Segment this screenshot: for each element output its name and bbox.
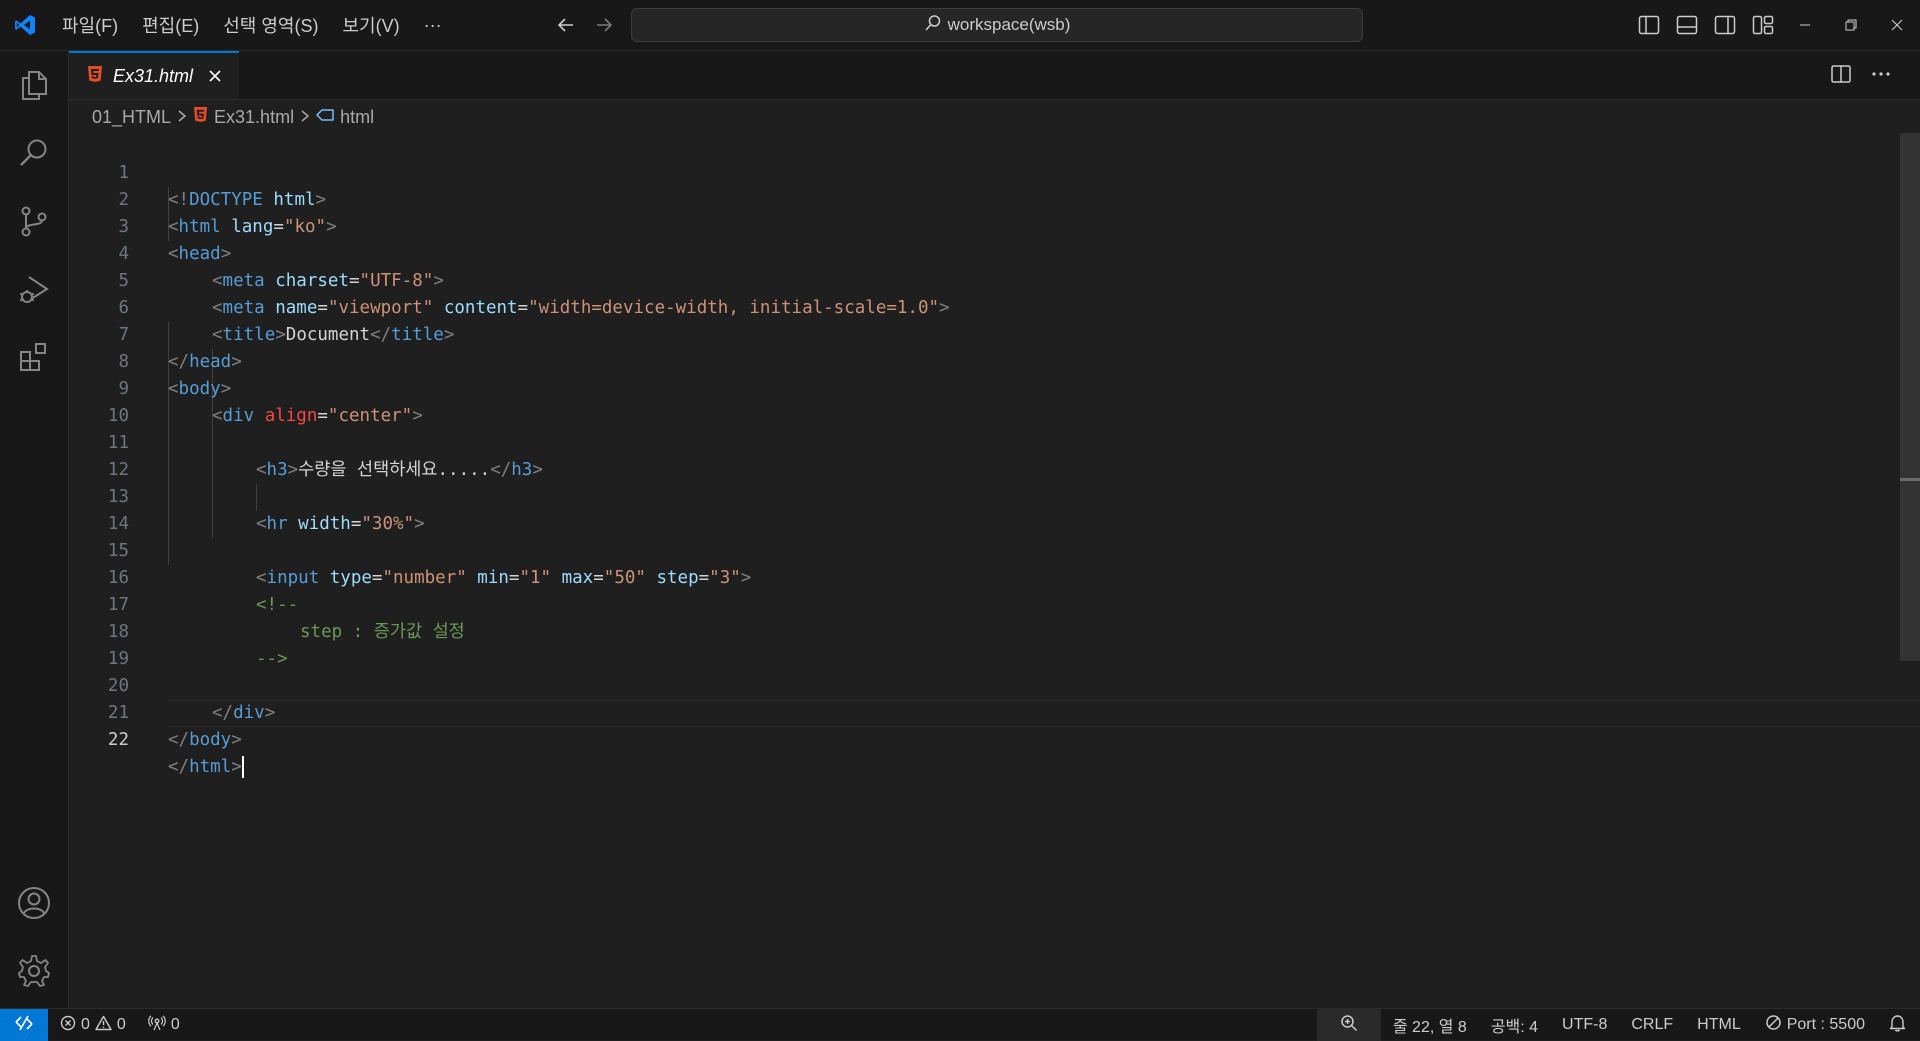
title-bar: 파일(F) 편집(E) 선택 영역(S) 보기(V) ··· workspace… bbox=[0, 0, 1920, 51]
code-line: 3 <head> bbox=[69, 187, 1889, 264]
bell-icon bbox=[1889, 1014, 1906, 1037]
live-server-label: Port : 5500 bbox=[1786, 1016, 1865, 1033]
zoom-indicator[interactable] bbox=[1316, 1009, 1381, 1041]
ports-indicator[interactable]: 0 bbox=[147, 1014, 180, 1036]
notifications[interactable] bbox=[1877, 1009, 1920, 1041]
code-line: 14 bbox=[69, 484, 1889, 534]
more-actions-icon[interactable] bbox=[1870, 63, 1892, 90]
code-line: 1 <!DOCTYPE html> bbox=[69, 133, 1889, 210]
code-line: 19 bbox=[69, 619, 1889, 669]
breadcrumb: 01_HTML Ex31.html html bbox=[92, 104, 374, 130]
language-mode[interactable]: HTML bbox=[1685, 1009, 1753, 1041]
tab-ex31-html[interactable]: Ex31.html bbox=[69, 51, 239, 99]
zoom-in-icon bbox=[1340, 1014, 1358, 1037]
breadcrumb-folder[interactable]: 01_HTML bbox=[92, 107, 171, 128]
chevron-right-icon bbox=[177, 107, 187, 128]
search-sidebar-icon[interactable] bbox=[0, 119, 68, 187]
menu-bar: 파일(F) 편집(E) 선택 영역(S) 보기(V) ··· bbox=[50, 0, 454, 50]
menu-file[interactable]: 파일(F) bbox=[50, 0, 130, 50]
menu-more[interactable]: ··· bbox=[412, 0, 454, 50]
accounts-icon[interactable] bbox=[0, 869, 68, 937]
problems-indicator[interactable]: 0 0 bbox=[60, 1015, 126, 1036]
end-of-line[interactable]: CRLF bbox=[1619, 1009, 1685, 1041]
menu-selection[interactable]: 선택 영역(S) bbox=[211, 0, 330, 50]
remote-indicator[interactable] bbox=[0, 1009, 48, 1041]
status-bar: 0 0 0 줄 22, 열 8 공백: 4 UTF-8 CRLF HTML Po… bbox=[0, 1008, 1920, 1041]
broadcast-icon bbox=[147, 1014, 166, 1036]
html5-file-icon bbox=[193, 106, 208, 128]
layout-controls bbox=[1636, 12, 1776, 38]
restore-icon[interactable] bbox=[1828, 0, 1874, 50]
tab-label: Ex31.html bbox=[113, 65, 194, 86]
toggle-secondary-sidebar-icon[interactable] bbox=[1712, 12, 1738, 38]
customize-layout-icon[interactable] bbox=[1750, 12, 1776, 38]
toggle-panel-icon[interactable] bbox=[1674, 12, 1700, 38]
html5-file-icon bbox=[87, 65, 103, 88]
menu-edit[interactable]: 편집(E) bbox=[130, 0, 211, 50]
code-line-active: 22 </html> bbox=[69, 700, 1889, 778]
breadcrumb-file[interactable]: Ex31.html bbox=[214, 107, 294, 128]
minimize-icon[interactable] bbox=[1782, 0, 1828, 50]
activity-bar bbox=[0, 51, 69, 1008]
source-control-icon[interactable] bbox=[0, 187, 68, 255]
error-icon bbox=[60, 1015, 76, 1036]
code-line: 21 </body> bbox=[69, 673, 1889, 750]
forward-arrow-icon[interactable] bbox=[592, 13, 616, 37]
circle-slash-icon bbox=[1765, 1014, 1782, 1036]
symbol-element-icon bbox=[316, 107, 334, 128]
warning-icon bbox=[95, 1015, 112, 1036]
navigation-controls bbox=[554, 13, 616, 37]
code-line: 15 <input type="number" min="1" max="50"… bbox=[69, 511, 1889, 588]
extensions-icon[interactable] bbox=[0, 323, 68, 391]
split-editor-icon[interactable] bbox=[1830, 63, 1852, 90]
status-left: 0 0 0 bbox=[60, 1009, 180, 1041]
code-line: 18 --> bbox=[69, 592, 1889, 669]
code-line: 8 <body> bbox=[69, 322, 1889, 399]
indentation[interactable]: 공백: 4 bbox=[1479, 1009, 1550, 1041]
code-line: 11 <h3>수량을 선택하세요.....</h3> bbox=[69, 403, 1889, 480]
breadcrumb-symbol[interactable]: html bbox=[340, 107, 374, 128]
settings-gear-icon[interactable] bbox=[0, 937, 68, 1005]
remote-connection-icon bbox=[14, 1014, 34, 1037]
explorer-icon[interactable] bbox=[0, 51, 68, 119]
command-center-search[interactable]: workspace(wsb) bbox=[631, 8, 1363, 42]
ports-count: 0 bbox=[170, 1016, 180, 1033]
warning-count: 0 bbox=[116, 1016, 126, 1033]
code-line: 10 bbox=[69, 376, 1889, 426]
live-server-status[interactable]: Port : 5500 bbox=[1753, 1009, 1877, 1041]
vscode-logo-icon bbox=[0, 0, 50, 50]
code-line: 2 <html lang="ko"> bbox=[69, 160, 1889, 237]
code-line: 13 <hr width="30%"> bbox=[69, 457, 1889, 534]
code-line: 4 <meta charset="UTF-8"> bbox=[69, 214, 1889, 291]
close-window-icon[interactable] bbox=[1874, 0, 1920, 50]
text-cursor bbox=[241, 756, 244, 778]
code-line: 6 <title>Document</title> bbox=[69, 268, 1889, 345]
encoding[interactable]: UTF-8 bbox=[1550, 1009, 1619, 1041]
scrollbar-thumb[interactable] bbox=[1900, 133, 1920, 661]
window-controls bbox=[1782, 0, 1920, 50]
cursor-position[interactable]: 줄 22, 열 8 bbox=[1381, 1009, 1479, 1041]
code-line: 20 </div> bbox=[69, 646, 1889, 723]
code-line: 7 </head> bbox=[69, 295, 1889, 372]
toggle-primary-sidebar-icon[interactable] bbox=[1636, 12, 1662, 38]
chevron-right-icon bbox=[300, 107, 310, 128]
code-line: 5 <meta name="viewport" content="width=d… bbox=[69, 241, 1889, 318]
status-right: 줄 22, 열 8 공백: 4 UTF-8 CRLF HTML Port : 5… bbox=[1316, 1009, 1920, 1041]
line-number: 22 bbox=[107, 730, 129, 750]
scrollbar-cursor-marker bbox=[1900, 478, 1920, 481]
back-arrow-icon[interactable] bbox=[554, 13, 578, 37]
close-tab-icon[interactable] bbox=[205, 66, 225, 86]
code-line: 12 bbox=[69, 430, 1889, 480]
search-label: workspace(wsb) bbox=[947, 15, 1071, 34]
editor-tabs: Ex31.html bbox=[69, 51, 1920, 100]
error-count: 0 bbox=[81, 1016, 90, 1033]
editor-actions bbox=[1830, 63, 1892, 90]
code-editor[interactable]: 1 <!DOCTYPE html> 2 <html lang="ko"> 3 <… bbox=[69, 133, 1920, 1008]
search-icon bbox=[924, 14, 942, 37]
code-line: 16 <!-- bbox=[69, 538, 1889, 615]
code-line: 9 <div align="center"> bbox=[69, 349, 1889, 426]
run-and-debug-icon[interactable] bbox=[0, 255, 68, 323]
menu-view[interactable]: 보기(V) bbox=[330, 0, 411, 50]
code-line: 17 step : 증가값 설정 bbox=[69, 565, 1889, 642]
